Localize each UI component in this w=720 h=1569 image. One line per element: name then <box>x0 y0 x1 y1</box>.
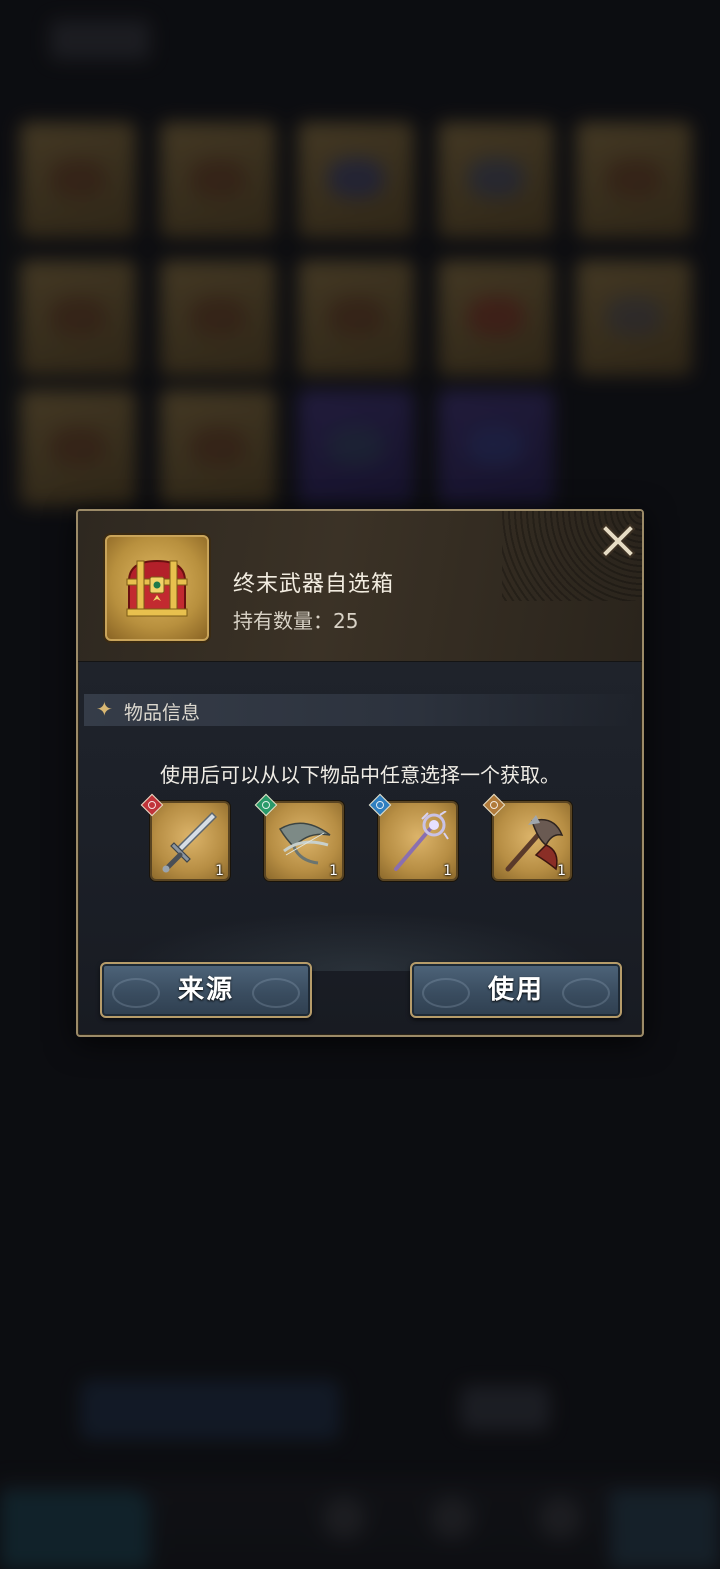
source-button[interactable]: 来源 <box>100 962 312 1018</box>
item-name: 终末武器自选箱 <box>233 572 395 597</box>
treasure-chest-icon <box>126 559 188 617</box>
reward-quantity: 1 <box>557 863 566 879</box>
use-button[interactable]: 使用 <box>410 962 622 1018</box>
close-icon <box>600 523 636 559</box>
reward-quantity: 1 <box>443 863 452 879</box>
game-screen: 终末武器自选箱 持有数量：25 ✦ 物品信息 使用后可以从以下物品中任意选择一个… <box>0 0 720 1569</box>
item-info-dialog: 终末武器自选箱 持有数量：25 ✦ 物品信息 使用后可以从以下物品中任意选择一个… <box>76 509 644 1037</box>
use-button-label: 使用 <box>487 975 544 1005</box>
reward-quantity: 1 <box>215 863 224 879</box>
sword-icon <box>162 811 218 873</box>
section-title: 物品信息 <box>124 702 201 724</box>
item-count: 持有数量：25 <box>233 609 359 633</box>
axe-icon <box>505 815 564 872</box>
item-info-section-header: ✦ 物品信息 <box>84 694 636 726</box>
reward-quantity: 1 <box>329 863 338 879</box>
reward-slot-axe[interactable]: 1 <box>482 793 572 881</box>
reward-slot-bow[interactable]: 1 <box>254 793 344 881</box>
reward-slot-sword[interactable]: 1 <box>140 793 230 881</box>
dialog-header: 终末武器自选箱 持有数量：25 <box>78 511 642 662</box>
reward-slot-staff[interactable]: 1 <box>368 793 458 881</box>
bow-icon <box>278 822 331 865</box>
source-button-label: 来源 <box>177 975 234 1005</box>
item-icon <box>105 535 209 641</box>
staff-icon <box>394 811 449 871</box>
sparkle-icon: ✦ <box>96 697 113 721</box>
close-button[interactable] <box>598 521 638 561</box>
item-description: 使用后可以从以下物品中任意选择一个获取。 <box>160 763 560 787</box>
